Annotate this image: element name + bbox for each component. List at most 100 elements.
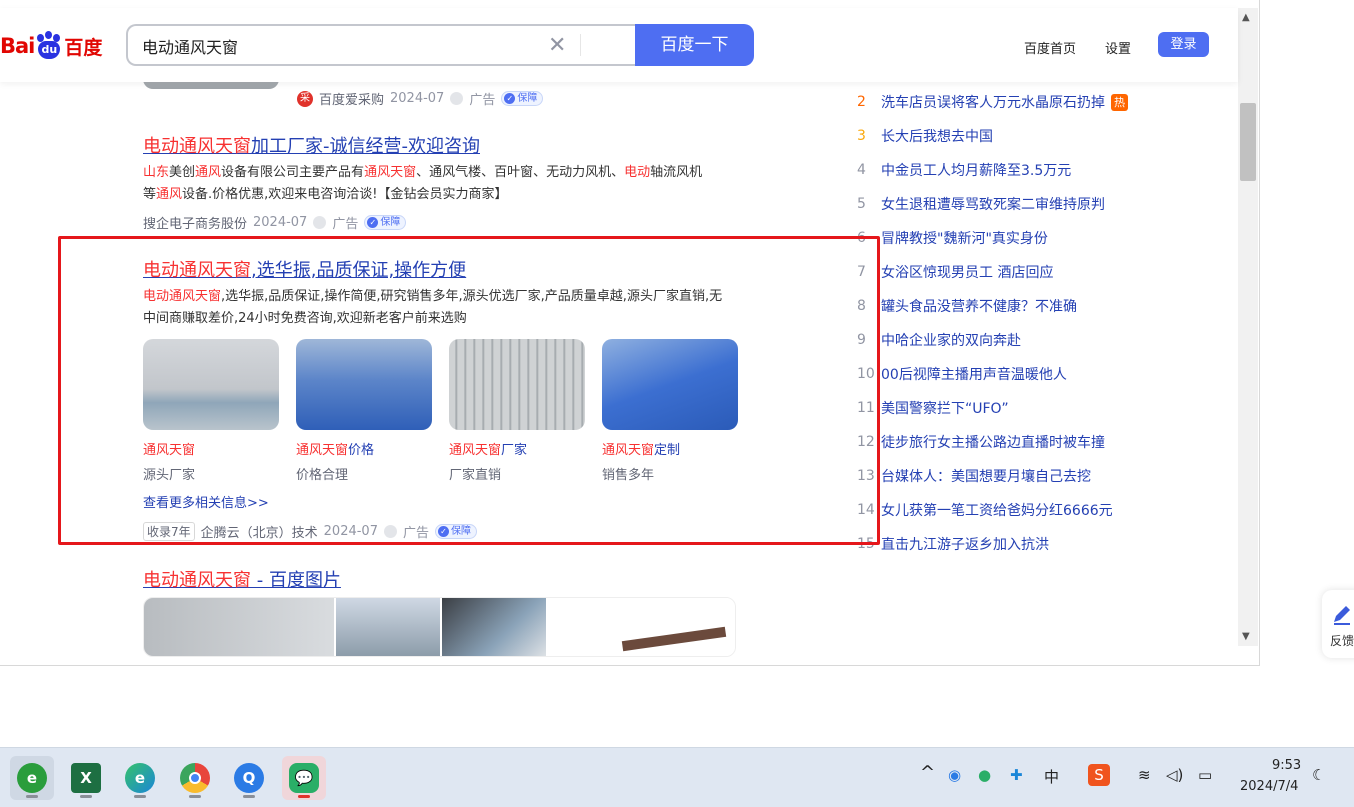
scrollbar-thumb[interactable] [1240, 103, 1256, 181]
moon-icon[interactable]: ☾ [1312, 766, 1325, 784]
running-indicator [243, 795, 255, 798]
clock-date[interactable]: 2024/7/4 [1240, 779, 1298, 794]
info-icon[interactable] [313, 216, 327, 229]
baidu-logo[interactable]: Bai du 百度 [0, 26, 102, 66]
qq-tray-icon[interactable]: ◉ [948, 766, 961, 784]
hot-list-item[interactable]: 5 女生退租遭辱骂致死案二审维持原判 [857, 194, 1105, 214]
hot-item-text[interactable]: 长大后我想去中国 [881, 126, 993, 146]
search-box: ✕ [126, 24, 638, 66]
edge-icon: e [125, 763, 155, 793]
hot-item-text[interactable]: 台媒体人：美国想要月壤自己去挖 [881, 466, 1091, 486]
logo-bai: Bai [0, 34, 35, 58]
hot-item-text[interactable]: 洗车店员误将客人万元水晶原石扔掉 [881, 92, 1105, 112]
title-text: 加工厂家-诚信经营-欢迎咨询 [251, 136, 480, 157]
hot-item-text[interactable]: 中金员工人均月薪降至3.5万元 [881, 160, 1071, 180]
result1-meta: 搜企电子商务股份 2024-07 广告 ✓ 保障 [143, 213, 407, 232]
snippet-text: 美创 [169, 165, 196, 180]
taskbar-chrome[interactable] [173, 756, 217, 800]
hot-list-item[interactable]: 13 台媒体人：美国想要月壤自己去挖 [857, 466, 1091, 486]
hot-list-item[interactable]: 4 中金员工人均月薪降至3.5万元 [857, 160, 1071, 180]
image-strip-photo-1[interactable] [144, 598, 334, 656]
feedback-button[interactable]: 反馈 [1322, 590, 1354, 658]
close-icon[interactable]: ✕ [548, 33, 566, 58]
search-button[interactable]: 百度一下 [635, 24, 754, 66]
volume-icon[interactable]: ◁) [1166, 766, 1183, 784]
taskbar-ie[interactable]: e [10, 756, 54, 800]
taskbar-wechat[interactable]: 💬 [282, 756, 326, 800]
battery-icon[interactable]: ▭ [1198, 766, 1212, 784]
snippet-em: 通风 [156, 187, 183, 202]
scroll-up-arrow-icon[interactable]: ▲ [1242, 12, 1250, 23]
hot-list-item[interactable]: 14 女儿获第一笔工资给爸妈分红6666元 [857, 500, 1113, 520]
info-icon[interactable] [450, 92, 464, 105]
taskbar-excel[interactable]: X [64, 756, 108, 800]
hot-item-text[interactable]: 直击九江游子返乡加入抗洪 [881, 534, 1049, 554]
nav-settings-link[interactable]: 设置 [1105, 38, 1131, 57]
result0-source[interactable]: 百度爱采购 [319, 89, 384, 108]
badge-label: 保障 [517, 93, 538, 104]
ime-indicator[interactable]: 中 [1044, 766, 1059, 787]
logo-cn: 百度 [64, 36, 103, 59]
snippet-em: 电动 [624, 165, 651, 180]
hot-list-item[interactable]: 10 00后视障主播用声音温暖他人 [857, 364, 1067, 384]
network-tray-icon[interactable]: ✚ [1010, 766, 1023, 784]
nav-home-link[interactable]: 百度首页 [1024, 38, 1076, 57]
hot-item-text[interactable]: 女生退租遭辱骂致死案二审维持原判 [881, 194, 1105, 214]
hot-list-item[interactable]: 2 洗车店员误将客人万元水晶原石扔掉热 [857, 92, 1128, 112]
result3-title[interactable]: 电动通风天窗 - 百度图片 [143, 566, 341, 592]
taskbar-edge[interactable]: e [118, 756, 162, 800]
image-strip-photo-2[interactable] [336, 598, 440, 656]
result1-title[interactable]: 电动通风天窗加工厂家-诚信经营-欢迎咨询 [143, 132, 480, 158]
taskbar-qq-browser[interactable]: Q [227, 756, 271, 800]
hot-item-text[interactable]: 女浴区惊现男员工 酒店回应 [881, 262, 1053, 282]
badge-label: 保障 [380, 217, 401, 228]
hot-list-item[interactable]: 8 罐头食品没营养不健康？不准确 [857, 296, 1077, 316]
wechat-tray-icon[interactable]: ● [978, 766, 991, 784]
vertical-scrollbar[interactable]: ▲ ▼ [1238, 8, 1258, 646]
tray-overflow-chevron-icon[interactable]: ^ [920, 762, 935, 783]
scroll-down-arrow-icon[interactable]: ▼ [1242, 631, 1250, 642]
result1-source[interactable]: 搜企电子商务股份 [143, 213, 247, 232]
hot-item-text[interactable]: 中哈企业家的双向奔赴 [881, 330, 1021, 350]
excel-icon: X [71, 763, 101, 793]
hot-item-text[interactable]: 罐头食品没营养不健康？不准确 [881, 296, 1077, 316]
hot-item-text[interactable]: 徒步旅行女主播公路边直播时被车撞 [881, 432, 1105, 452]
image-strip-photo-3[interactable] [442, 598, 546, 656]
image-strip-photo-4[interactable] [548, 598, 735, 656]
annotation-highlight-box [58, 236, 880, 545]
search-header: Bai du 百度 ✕ 百度一下 百度首页 设置 登录 [0, 8, 1238, 82]
title-highlight: 电动通风天窗 [143, 570, 251, 591]
hot-item-text[interactable]: 美国警察拦下“UFO” [881, 398, 1009, 418]
feedback-label: 反馈 [1330, 634, 1354, 648]
result0-guarantee-badge[interactable]: ✓ 保障 [501, 91, 544, 106]
title-highlight: 电动通风天窗 [143, 136, 251, 157]
hot-list-item[interactable]: 6 冒牌教授"魏新河"真实身份 [857, 228, 1048, 248]
hot-list-item[interactable]: 12 徒步旅行女主播公路边直播时被车撞 [857, 432, 1105, 452]
wifi-icon[interactable]: ≋ [1138, 766, 1151, 784]
hot-item-text[interactable]: 女儿获第一笔工资给爸妈分红6666元 [881, 500, 1113, 520]
snippet-em: 山东 [143, 165, 170, 180]
search-input[interactable] [142, 35, 542, 57]
sogou-ime-icon[interactable]: S [1088, 764, 1110, 786]
running-indicator [298, 795, 310, 798]
result0-date: 2024-07 [390, 91, 445, 106]
hot-list-item[interactable]: 15 直击九江游子返乡加入抗洪 [857, 534, 1049, 554]
snippet-text: 、通风气楼、百叶窗、无动力风机、 [416, 165, 625, 180]
running-indicator [189, 795, 201, 798]
hot-list-item[interactable]: 3 长大后我想去中国 [857, 126, 993, 146]
hot-item-text[interactable]: 冒牌教授"魏新河"真实身份 [881, 228, 1048, 248]
ie-icon: e [17, 763, 47, 793]
hot-item-text[interactable]: 00后视障主播用声音温暖他人 [881, 364, 1067, 384]
login-button[interactable]: 登录 [1158, 32, 1209, 57]
check-icon: ✓ [504, 93, 516, 104]
hot-list-item[interactable]: 9 中哈企业家的双向奔赴 [857, 330, 1021, 350]
window-frame-shape [621, 626, 727, 652]
divider [580, 34, 581, 56]
result1-ad-label: 广告 [332, 217, 359, 232]
clock-time[interactable]: 9:53 [1272, 758, 1301, 773]
result1-guarantee-badge[interactable]: ✓ 保障 [364, 215, 407, 230]
running-indicator [134, 795, 146, 798]
snippet-text: 轴流风机 [650, 165, 703, 180]
paw-icon: du [35, 31, 63, 61]
hot-list-item[interactable]: 7 女浴区惊现男员工 酒店回应 [857, 262, 1053, 282]
